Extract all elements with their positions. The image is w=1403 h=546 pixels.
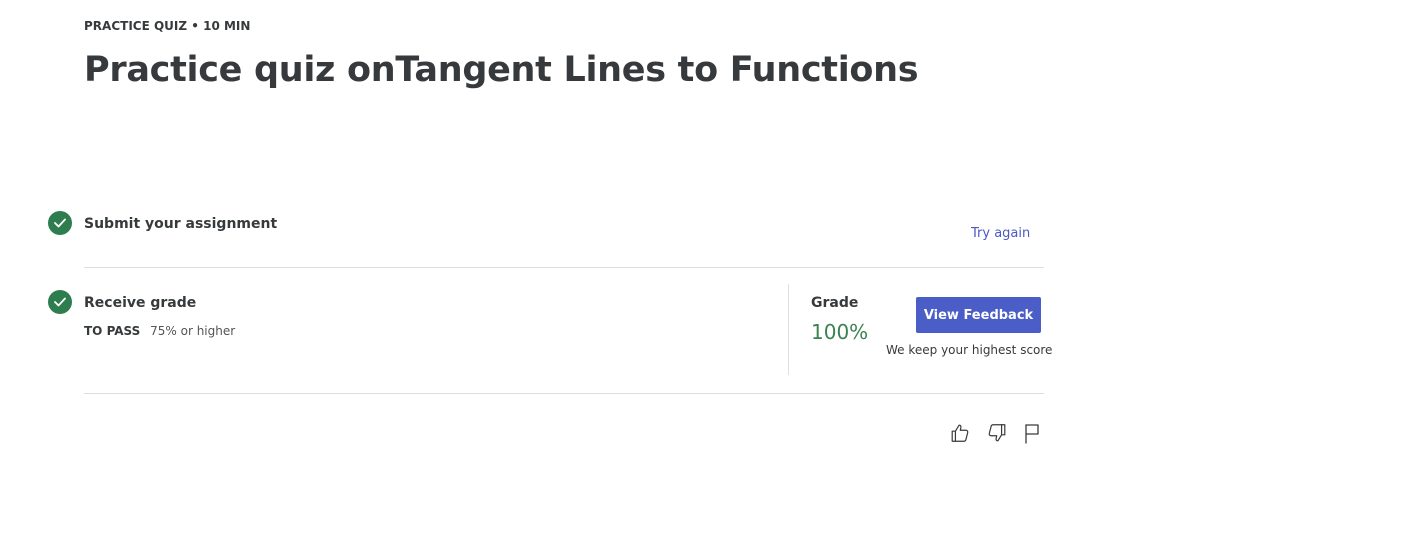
- vertical-divider: [788, 284, 789, 375]
- flag-icon[interactable]: [1020, 421, 1044, 445]
- view-feedback-button[interactable]: View Feedback: [916, 297, 1041, 333]
- try-again-link[interactable]: Try again: [971, 226, 1030, 241]
- quiz-meta: PRACTICE QUIZ • 10 MIN: [84, 19, 251, 33]
- check-circle-icon: [48, 211, 72, 235]
- step-submit-title: Submit your assignment: [84, 216, 278, 232]
- divider: [84, 393, 1044, 394]
- thumbs-down-icon[interactable]: [985, 421, 1009, 445]
- highest-score-note: We keep your highest score: [886, 343, 1053, 357]
- quiz-page: PRACTICE QUIZ • 10 MIN Practice quiz onT…: [0, 0, 1403, 546]
- pass-requirement-value: 75% or higher: [150, 324, 236, 338]
- grade-label: Grade: [811, 295, 859, 311]
- step-grade-title: Receive grade: [84, 295, 197, 311]
- thumbs-up-icon[interactable]: [948, 421, 972, 445]
- pass-requirement: TO PASS 75% or higher: [84, 324, 235, 338]
- divider: [84, 267, 1044, 268]
- pass-requirement-label: TO PASS: [84, 324, 141, 338]
- check-circle-icon: [48, 290, 72, 314]
- page-title: Practice quiz onTangent Lines to Functio…: [84, 50, 919, 90]
- grade-value: 100%: [811, 320, 869, 344]
